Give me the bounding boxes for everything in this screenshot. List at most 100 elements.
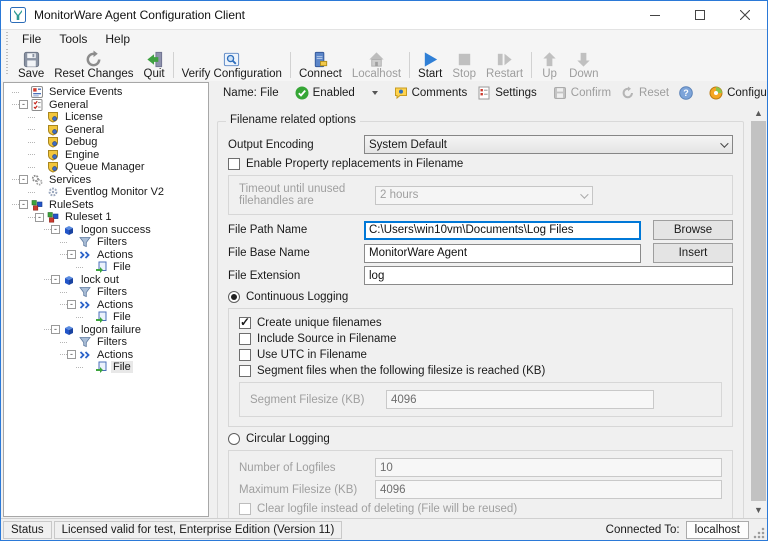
insert-button[interactable]: Insert	[653, 243, 733, 263]
menu-help[interactable]: Help	[96, 31, 139, 47]
verify-configuration-button[interactable]: Verify Configuration	[177, 49, 287, 81]
shield-icon	[48, 112, 58, 123]
include-source-checkbox[interactable]	[239, 333, 251, 345]
comments-icon	[394, 87, 407, 99]
down-button[interactable]: Down	[564, 49, 603, 81]
action-toolbar: Name: File Enabled Comments Settings Con…	[209, 81, 767, 104]
up-icon	[543, 52, 556, 67]
collapse-icon[interactable]: -	[35, 212, 44, 222]
tree-item-engine[interactable]: -Engine	[4, 149, 208, 162]
restart-button[interactable]: Restart	[481, 49, 528, 81]
use-utc-row[interactable]: Use UTC in Filename	[239, 349, 722, 361]
collapse-icon[interactable]: -	[67, 250, 76, 260]
shield-icon	[48, 124, 58, 136]
up-button[interactable]: Up	[535, 49, 564, 81]
vertical-scrollbar[interactable]: ▲ ▼	[750, 104, 767, 518]
minimize-button[interactable]	[632, 1, 677, 29]
connect-button[interactable]: Connect	[294, 49, 347, 81]
collapse-icon[interactable]: -	[19, 200, 28, 210]
tree-item-service-events[interactable]: -Service Events	[4, 86, 208, 99]
collapse-icon[interactable]: -	[19, 100, 28, 110]
segment-files-row[interactable]: Segment files when the following filesiz…	[239, 365, 722, 377]
collapse-icon[interactable]: -	[67, 350, 76, 360]
tree-item-logon-success[interactable]: - logon success	[4, 224, 208, 237]
localhost-button[interactable]: Localhost	[347, 49, 406, 81]
collapse-icon[interactable]: -	[51, 325, 60, 335]
tree-item-license[interactable]: -License	[4, 111, 208, 124]
tree-item-services[interactable]: - Services	[4, 174, 208, 187]
collapse-icon[interactable]: -	[19, 175, 28, 185]
enabled-dropdown[interactable]: Enabled	[290, 84, 383, 102]
menu-tools[interactable]: Tools	[50, 31, 96, 47]
circular-logging-row[interactable]: Circular Logging	[228, 433, 733, 445]
scroll-up-arrow[interactable]: ▲	[750, 104, 767, 121]
reset-button[interactable]: Reset	[616, 84, 674, 102]
tree-item-lock-out[interactable]: - lock out	[4, 274, 208, 287]
file-extension-input[interactable]	[364, 266, 733, 285]
stop-button[interactable]: Stop	[447, 49, 481, 81]
menu-file[interactable]: File	[13, 31, 50, 47]
collapse-icon[interactable]: -	[51, 225, 60, 235]
close-button[interactable]	[722, 1, 767, 29]
circular-logging-radio[interactable]	[228, 433, 240, 445]
tree-item-queue-manager[interactable]: -Queue Manager	[4, 161, 208, 174]
scroll-track[interactable]	[750, 121, 767, 501]
confirm-button[interactable]: Confirm	[548, 84, 616, 102]
tree-item-debug[interactable]: -Debug	[4, 136, 208, 149]
start-icon	[424, 52, 437, 67]
tree-item-filters[interactable]: -Filters	[4, 336, 208, 349]
tree-item-ruleset-1[interactable]: - Ruleset 1	[4, 211, 208, 224]
save-button[interactable]: Save	[13, 49, 49, 81]
tree-item-file[interactable]: -File	[4, 311, 208, 324]
configure-for-dropdown[interactable]: Configure for...	[704, 84, 767, 102]
tree-item-actions[interactable]: - Actions	[4, 299, 208, 312]
reset-changes-icon	[86, 50, 101, 67]
tree-item-filters[interactable]: -Filters	[4, 286, 208, 299]
scroll-down-arrow[interactable]: ▼	[750, 501, 767, 518]
chevron-down-icon	[580, 189, 589, 199]
settings-button[interactable]: Settings	[472, 84, 542, 102]
maximize-button[interactable]	[677, 1, 722, 29]
save-icon	[23, 51, 39, 68]
checklist-icon	[31, 98, 43, 111]
tree-item-file-selected[interactable]: -File	[4, 361, 208, 374]
tree-item-actions[interactable]: - Actions	[4, 249, 208, 262]
tree-item-filters[interactable]: -Filters	[4, 236, 208, 249]
output-encoding-select[interactable]: System Default	[364, 135, 733, 154]
action-name-label: Name: File	[223, 86, 279, 99]
continuous-logging-row[interactable]: Continuous Logging	[228, 291, 733, 303]
help-icon: ?	[679, 85, 693, 100]
number-of-logfiles-label: Number of Logfiles	[239, 461, 336, 474]
tree-item-file[interactable]: -File	[4, 261, 208, 274]
tree-item-general[interactable]: -General	[4, 124, 208, 137]
reset-changes-button[interactable]: Reset Changes	[49, 49, 138, 81]
segment-files-checkbox[interactable]	[239, 365, 251, 377]
scroll-thumb[interactable]	[751, 121, 766, 501]
comments-button[interactable]: Comments	[389, 84, 473, 102]
browse-button[interactable]: Browse	[653, 220, 733, 240]
tree-item-eventlog-monitor-v2[interactable]: -Eventlog Monitor V2	[4, 186, 208, 199]
tree-item-general-root[interactable]: - General	[4, 98, 208, 112]
help-button[interactable]: ?	[674, 84, 698, 102]
number-of-logfiles-input	[375, 458, 722, 477]
tree-item-rulesets[interactable]: - RuleSets	[4, 199, 208, 212]
continuous-logging-radio[interactable]	[228, 291, 240, 303]
tree-item-logon-failure[interactable]: - logon failure	[4, 324, 208, 337]
quit-button[interactable]: Quit	[139, 49, 170, 81]
collapse-icon[interactable]: -	[67, 300, 76, 310]
enable-property-replacements-row[interactable]: Enable Property replacements in Filename	[228, 158, 733, 170]
form-viewport: Filename related options Output Encoding…	[209, 104, 767, 518]
collapse-icon[interactable]: -	[51, 275, 60, 285]
start-button[interactable]: Start	[413, 49, 447, 81]
enable-property-checkbox[interactable]	[228, 158, 240, 170]
use-utc-checkbox[interactable]	[239, 349, 251, 361]
create-unique-filenames-row[interactable]: Create unique filenames	[239, 315, 722, 329]
file-base-input[interactable]	[364, 243, 641, 263]
down-icon	[577, 52, 590, 67]
file-path-input[interactable]	[364, 220, 641, 240]
include-source-row[interactable]: Include Source in Filename	[239, 333, 722, 345]
configure-icon	[709, 86, 723, 99]
resize-grip-icon[interactable]	[753, 526, 765, 539]
tree-item-actions[interactable]: - Actions	[4, 349, 208, 362]
create-unique-filenames-checkbox[interactable]	[239, 315, 251, 329]
